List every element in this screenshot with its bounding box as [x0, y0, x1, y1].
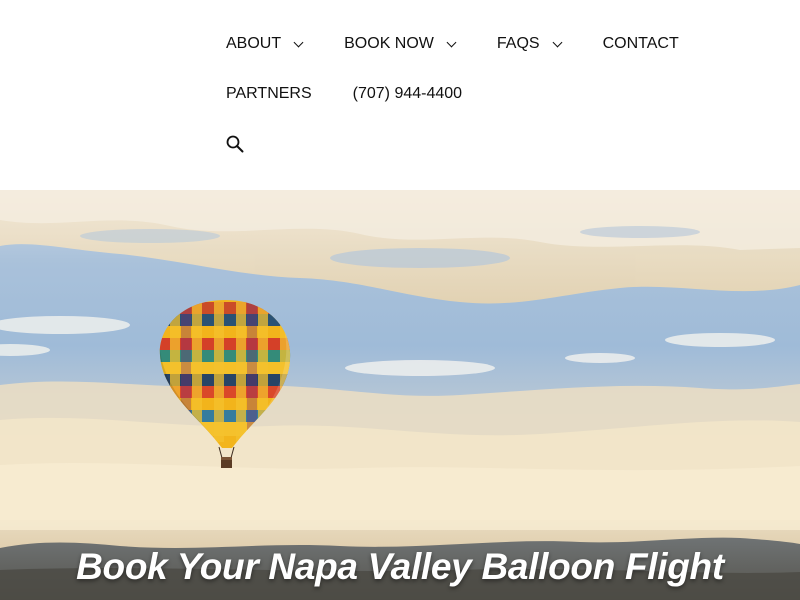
nav-item-contact[interactable]: CONTACT	[603, 34, 679, 54]
nav-item-about-label: ABOUT	[226, 35, 282, 52]
site-header: ABOUT BOOK NOW FAQS CONTACT PARTNERS (70…	[0, 0, 800, 190]
nav-item-book-now-label: BOOK NOW	[344, 35, 434, 52]
hero-image	[0, 190, 800, 600]
nav-item-partners[interactable]: PARTNERS	[226, 84, 312, 104]
nav-item-phone-label: (707) 944-4400	[352, 85, 463, 102]
nav-item-about[interactable]: ABOUT	[226, 34, 304, 54]
primary-nav-row-1: ABOUT BOOK NOW FAQS CONTACT	[226, 34, 679, 54]
nav-item-faqs[interactable]: FAQS	[496, 34, 563, 54]
nav-item-phone[interactable]: (707) 944-4400	[353, 84, 462, 104]
chevron-down-icon	[552, 37, 563, 47]
nav-item-book-now[interactable]: BOOK NOW	[344, 34, 457, 54]
chevron-down-icon	[446, 37, 457, 47]
search-icon[interactable]	[226, 135, 244, 153]
cloud-layer-top	[0, 190, 800, 304]
hero-banner: Book Your Napa Valley Balloon Flight	[0, 190, 800, 600]
nav-item-contact-label: CONTACT	[602, 35, 679, 52]
nav-item-faqs-label: FAQS	[496, 35, 540, 52]
hero-title: Book Your Napa Valley Balloon Flight	[76, 546, 724, 587]
chevron-down-icon	[293, 37, 304, 47]
nav-item-partners-label: PARTNERS	[226, 85, 312, 102]
primary-nav-row-2: PARTNERS (707) 944-4400	[226, 84, 462, 104]
cloud-layer-mid	[0, 316, 775, 376]
search-row	[226, 135, 244, 153]
cloud-layer-bottom	[0, 381, 800, 530]
